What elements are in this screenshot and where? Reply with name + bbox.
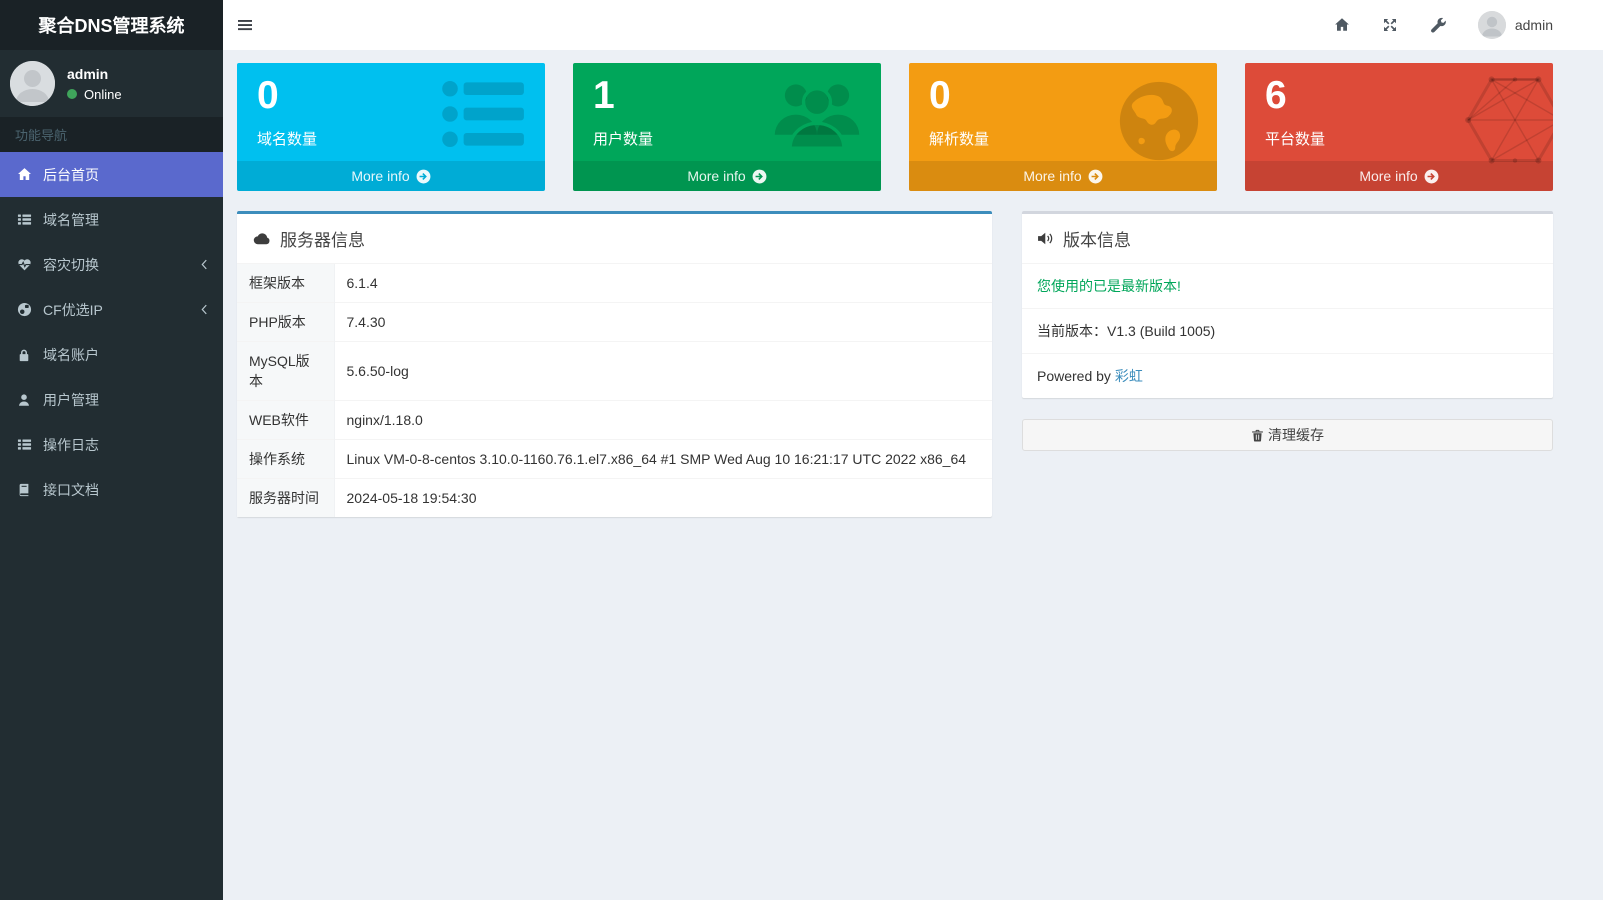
sidebar-user-status: Online xyxy=(67,87,122,102)
stat-box-records: 0 解析数量 More info xyxy=(909,63,1217,191)
online-dot-icon xyxy=(67,89,77,99)
sidebar-menu: 后台首页 域名管理 容灾切换 CF优 xyxy=(0,152,223,512)
stat-box-domains: 0 域名数量 More info xyxy=(237,63,545,191)
book-icon xyxy=(15,483,33,497)
version-current: 当前版本：V1.3 (Build 1005) xyxy=(1022,309,1553,354)
user-avatar-icon xyxy=(1478,11,1506,39)
stat-value: 0 xyxy=(257,75,535,118)
sidebar-item-operation-log[interactable]: 操作日志 xyxy=(0,422,223,467)
main-area: admin 0 域名数量 More info xyxy=(223,0,1603,900)
home-icon[interactable] xyxy=(1318,17,1366,33)
version-panel-title: 版本信息 xyxy=(1063,226,1131,251)
app-root: 聚合DNS管理系统 admin Online 功能导航 后台首页 xyxy=(0,0,1603,900)
home-icon xyxy=(15,167,33,182)
sidebar-item-domain-account[interactable]: 域名账户 xyxy=(0,332,223,377)
sidebar: 聚合DNS管理系统 admin Online 功能导航 后台首页 xyxy=(0,0,223,900)
right-column: 版本信息 您使用的已是最新版本! 当前版本：V1.3 (Build 1005) … xyxy=(1022,211,1553,451)
panels-row: 服务器信息 框架版本 6.1.4 PHP版本 7.4.30 xyxy=(237,211,1589,517)
stat-value: 1 xyxy=(593,75,871,118)
navbar-user-menu[interactable]: admin xyxy=(1462,11,1553,39)
sidebar-item-label: 域名管理 xyxy=(43,210,99,230)
sidebar-item-dashboard[interactable]: 后台首页 xyxy=(0,152,223,197)
version-info-panel: 版本信息 您使用的已是最新版本! 当前版本：V1.3 (Build 1005) … xyxy=(1022,211,1553,398)
sidebar-toggle-button[interactable] xyxy=(237,11,263,39)
stat-label: 用户数量 xyxy=(593,128,871,149)
sidebar-item-user-manage[interactable]: 用户管理 xyxy=(0,377,223,422)
table-row: 服务器时间 2024-05-18 19:54:30 xyxy=(237,479,992,518)
volume-icon xyxy=(1037,230,1054,247)
heartbeat-icon xyxy=(15,257,33,272)
stat-value: 0 xyxy=(929,75,1207,118)
clear-cache-button[interactable]: 清理缓存 xyxy=(1022,419,1553,451)
table-row: PHP版本 7.4.30 xyxy=(237,303,992,342)
sidebar-item-api-docs[interactable]: 接口文档 xyxy=(0,467,223,512)
wrench-icon[interactable] xyxy=(1414,17,1462,33)
cloud-icon xyxy=(252,231,271,246)
powered-by-link[interactable]: 彩虹 xyxy=(1115,368,1143,384)
globe-circle-icon xyxy=(15,302,33,317)
stat-boxes-row: 0 域名数量 More info 1 xyxy=(237,63,1589,191)
table-row: 操作系统 Linux VM-0-8-centos 3.10.0-1160.76.… xyxy=(237,440,992,479)
table-row: WEB软件 nginx/1.18.0 xyxy=(237,401,992,440)
stat-label: 平台数量 xyxy=(1265,128,1543,149)
trash-icon xyxy=(1251,429,1264,442)
version-latest-status: 您使用的已是最新版本! xyxy=(1022,264,1553,309)
list-icon xyxy=(15,437,33,452)
sidebar-item-label: 操作日志 xyxy=(43,435,99,455)
more-info-link[interactable]: More info xyxy=(909,161,1217,191)
top-navbar: admin xyxy=(223,0,1603,50)
more-info-link[interactable]: More info xyxy=(1245,161,1553,191)
sidebar-user-name: admin xyxy=(67,66,122,82)
chevron-left-icon xyxy=(201,259,208,270)
sidebar-item-label: 接口文档 xyxy=(43,480,99,500)
stat-box-platforms: 6 平台数量 More info xyxy=(1245,63,1553,191)
table-row: MySQL版本 5.6.50-log xyxy=(237,342,992,401)
user-avatar-icon xyxy=(10,61,55,106)
server-info-panel: 服务器信息 框架版本 6.1.4 PHP版本 7.4.30 xyxy=(237,211,992,517)
expand-icon[interactable] xyxy=(1366,17,1414,33)
arrow-circle-right-icon xyxy=(1088,169,1103,184)
sidebar-item-label: 容灾切换 xyxy=(43,255,99,275)
sidebar-item-failover[interactable]: 容灾切换 xyxy=(0,242,223,287)
arrow-circle-right-icon xyxy=(416,169,431,184)
version-powered-by: Powered by 彩虹 xyxy=(1022,354,1553,398)
user-icon xyxy=(15,393,33,407)
navbar-user-name: admin xyxy=(1515,17,1553,33)
lock-icon xyxy=(15,348,33,362)
stat-label: 域名数量 xyxy=(257,128,535,149)
arrow-circle-right-icon xyxy=(752,169,767,184)
sidebar-section-label: 功能导航 xyxy=(0,117,223,152)
online-label: Online xyxy=(84,87,122,102)
more-info-link[interactable]: More info xyxy=(573,161,881,191)
server-panel-title: 服务器信息 xyxy=(280,226,365,251)
sidebar-item-label: 域名账户 xyxy=(43,345,99,365)
arrow-circle-right-icon xyxy=(1424,169,1439,184)
sidebar-item-domain-manage[interactable]: 域名管理 xyxy=(0,197,223,242)
stat-value: 6 xyxy=(1265,75,1543,118)
stat-label: 解析数量 xyxy=(929,128,1207,149)
sidebar-item-label: 后台首页 xyxy=(43,165,99,185)
server-info-table: 框架版本 6.1.4 PHP版本 7.4.30 MySQL版本 5.6.50-l… xyxy=(237,264,992,517)
list-icon xyxy=(15,212,33,227)
sidebar-item-label: CF优选IP xyxy=(43,300,103,320)
chevron-left-icon xyxy=(201,304,208,315)
more-info-link[interactable]: More info xyxy=(237,161,545,191)
app-title: 聚合DNS管理系统 xyxy=(38,12,184,38)
sidebar-item-cf-ip[interactable]: CF优选IP xyxy=(0,287,223,332)
table-row: 框架版本 6.1.4 xyxy=(237,264,992,303)
app-logo[interactable]: 聚合DNS管理系统 xyxy=(0,0,223,50)
stat-box-users: 1 用户数量 More info xyxy=(573,63,881,191)
sidebar-user-panel: admin Online xyxy=(0,50,223,117)
page-content: 0 域名数量 More info 1 xyxy=(223,50,1603,530)
sidebar-item-label: 用户管理 xyxy=(43,390,99,410)
